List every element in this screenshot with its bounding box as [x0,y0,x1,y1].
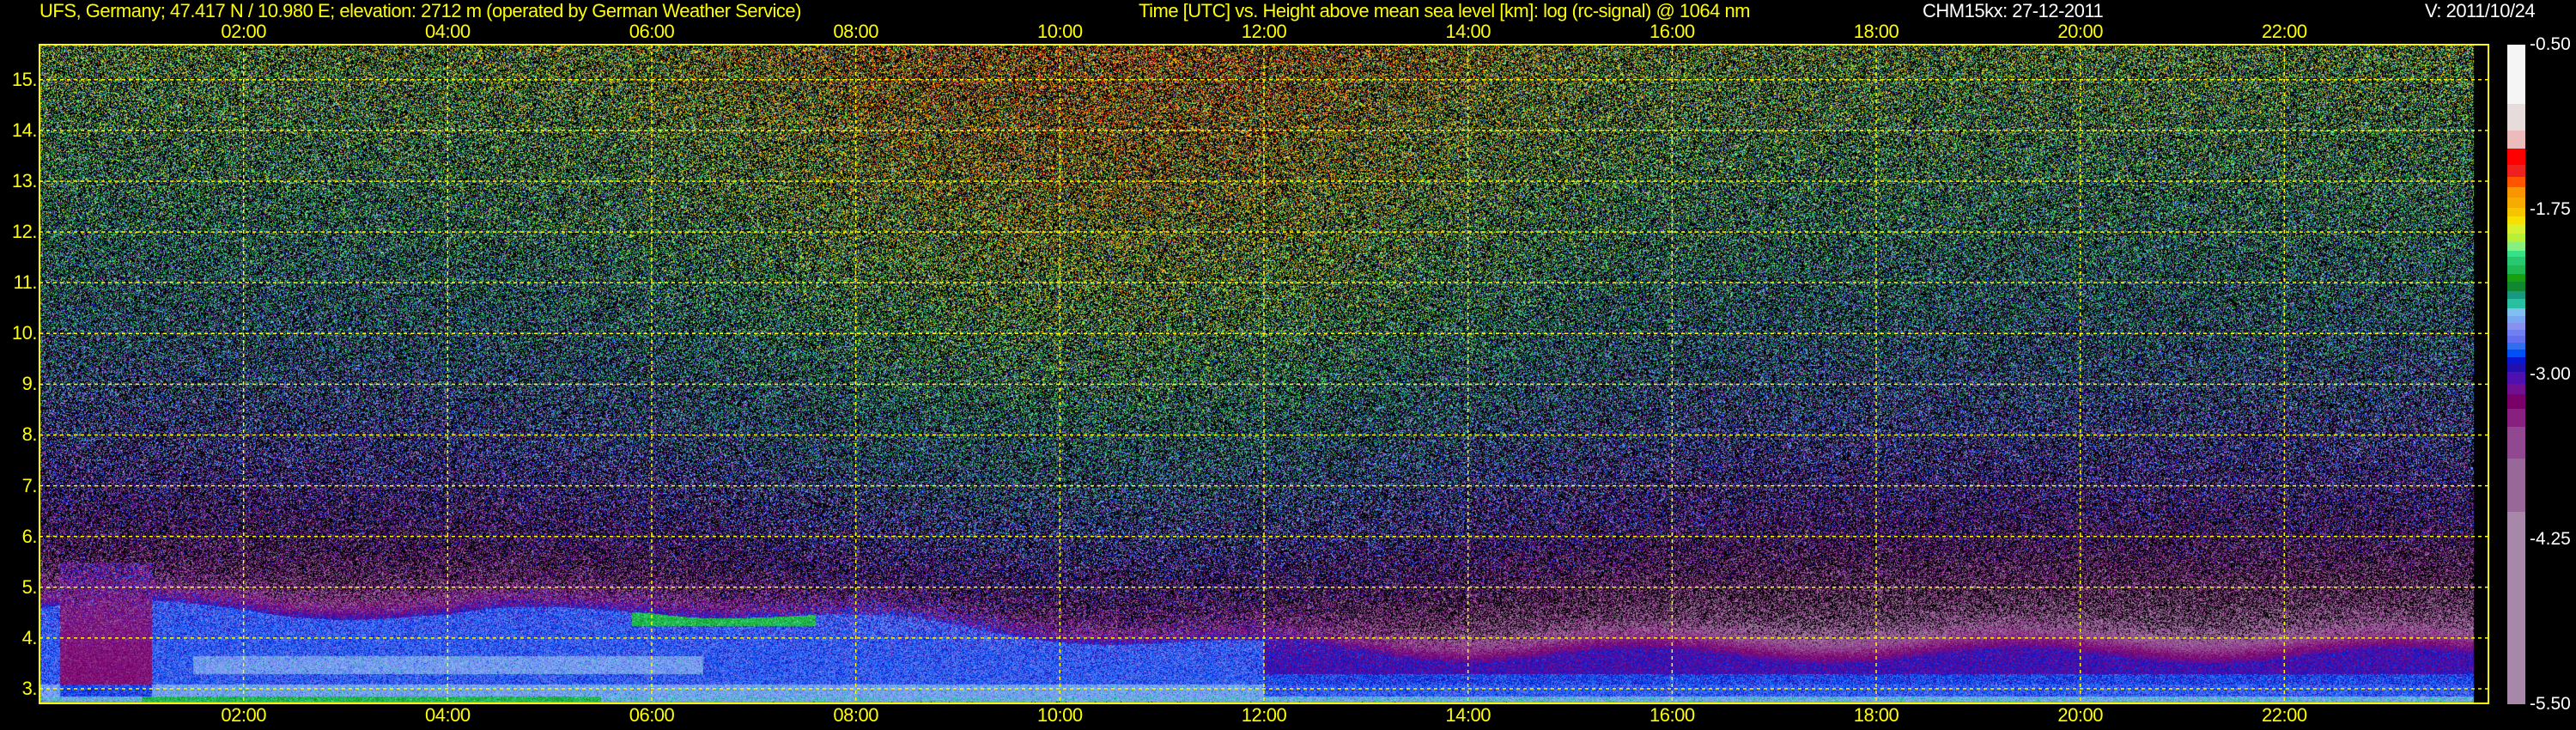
x-tick-label-top: 14:00 [1445,21,1491,42]
x-tick-label-top: 08:00 [833,21,878,42]
colorbar-segment [2507,282,2525,292]
plot-overlay [39,44,2489,704]
colorbar-tick-label: -4.25 [2530,529,2571,549]
y-tick-label: 7. [21,474,38,496]
colorbar-tick-label: -3.00 [2530,364,2571,384]
x-tick-label-bottom: 22:00 [2262,704,2307,726]
y-tick-label: 11. [13,271,38,294]
x-tick-label-top: 06:00 [629,21,675,42]
y-tick-label: 15. [11,68,38,90]
x-tick-label-top: 04:00 [425,21,471,42]
x-tick-label-top: 20:00 [2057,21,2103,42]
colorbar-segment [2507,265,2525,275]
x-tick-label-bottom: 04:00 [425,704,471,726]
x-tick-label-bottom: 20:00 [2057,704,2103,726]
x-tick-label-bottom: 02:00 [221,704,266,726]
x-tick-label-top: 12:00 [1241,21,1287,42]
y-tick-label: 12. [11,221,38,243]
colorbar [2507,45,2525,705]
colorbar-segment [2507,149,2525,166]
x-tick-label-top: 02:00 [221,21,266,42]
y-tick-label: 14. [11,119,38,141]
colorbar-segment [2507,383,2525,395]
y-tick-label: 8. [21,423,38,446]
y-tick-label: 9. [21,373,38,395]
colorbar-segment [2507,233,2525,243]
y-tick-label: 3. [21,677,38,699]
colorbar-segment [2507,176,2525,188]
y-tick-label: 4. [21,626,38,648]
y-tick-label: 10. [11,322,38,344]
x-tick-label-bottom: 16:00 [1649,704,1695,726]
colorbar-segment [2507,186,2525,198]
colorbar-segment [2507,45,2525,105]
colorbar-segment [2507,299,2525,309]
colorbar-segment [2507,427,2525,459]
colorbar-segment [2507,459,2525,513]
colorbar-segment [2507,408,2525,428]
colorbar-tick-label: -1.75 [2530,199,2571,219]
x-tick-label-bottom: 10:00 [1037,704,1083,726]
y-tick-label: 5. [21,575,38,598]
x-tick-label-bottom: 18:00 [1853,704,1899,726]
x-tick-label-bottom: 12:00 [1241,704,1287,726]
x-tick-label-bottom: 08:00 [833,704,878,726]
colorbar-segment [2507,223,2525,234]
colorbar-segment [2507,130,2525,149]
colorbar-segment [2507,104,2525,131]
colorbar-segment [2507,164,2525,178]
x-tick-label-bottom: 06:00 [629,704,675,726]
x-tick-label-top: 22:00 [2262,21,2307,42]
x-tick-label-top: 16:00 [1649,21,1695,42]
y-tick-label: 6. [21,525,38,547]
colorbar-segment [2507,394,2525,410]
x-tick-label-top: 10:00 [1037,21,1083,42]
x-tick-label-top: 18:00 [1853,21,1899,42]
x-tick-label-bottom: 14:00 [1445,704,1491,726]
y-tick-label: 13. [11,169,38,192]
colorbar-segment [2507,511,2525,705]
colorbar-segment [2507,198,2525,209]
colorbar-tick-label: -5.50 [2530,694,2571,714]
colorbar-segment [2507,371,2525,385]
colorbar-tick-label: -0.50 [2530,34,2571,54]
